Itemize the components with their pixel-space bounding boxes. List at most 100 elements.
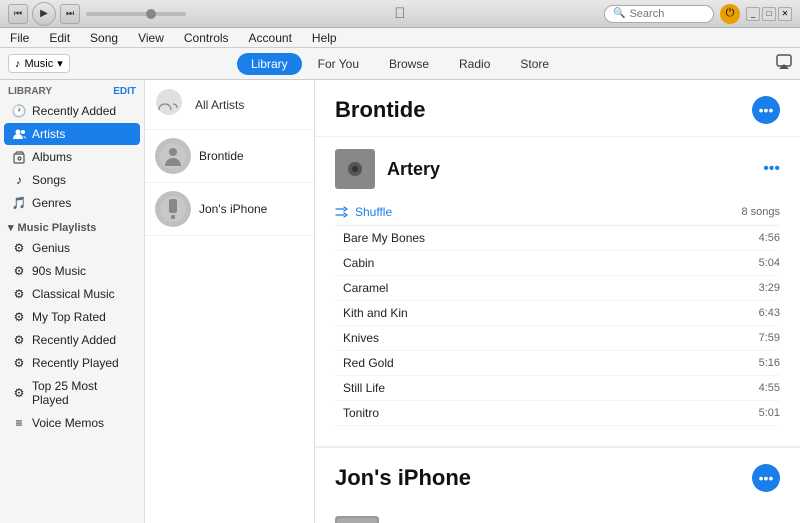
tab-browse[interactable]: Browse bbox=[375, 53, 443, 75]
skip-forward-button[interactable]: ⏭ bbox=[60, 4, 80, 24]
jons-iphone-title: Jon's iPhone bbox=[335, 465, 471, 491]
airplay-button[interactable] bbox=[776, 54, 792, 73]
song-row-7[interactable]: Tonitro 5:01 bbox=[335, 401, 780, 426]
sidebar-item-voice-memos[interactable]: ≡ Voice Memos bbox=[4, 412, 140, 434]
music-note-icon: ♪ bbox=[15, 58, 21, 70]
close-button[interactable]: ✕ bbox=[778, 7, 792, 21]
song-row-6[interactable]: Still Life 4:55 bbox=[335, 376, 780, 401]
artery-more-button[interactable]: ••• bbox=[763, 160, 780, 178]
sidebar-recently-added-label: Recently Added bbox=[32, 104, 116, 118]
sidebar-library-label: Library bbox=[8, 86, 52, 97]
menu-help[interactable]: Help bbox=[308, 31, 341, 45]
artery-album-art bbox=[335, 149, 375, 189]
menu-bar: File Edit Song View Controls Account Hel… bbox=[0, 28, 800, 48]
jons-iphone-more-button[interactable]: ••• bbox=[752, 464, 780, 492]
song-row-2[interactable]: Caramel 3:29 bbox=[335, 276, 780, 301]
song-count: 8 songs bbox=[741, 206, 780, 218]
voice-memos-header: Voice Memos Voice Memo • 2016 ••• bbox=[335, 516, 780, 523]
all-artists-item[interactable]: All Artists bbox=[145, 80, 314, 130]
sidebar-songs-label: Songs bbox=[32, 173, 66, 187]
sidebar-item-genius[interactable]: ⚙ Genius bbox=[4, 237, 140, 259]
brontide-more-button[interactable]: ••• bbox=[752, 96, 780, 124]
sidebar-artists-label: Artists bbox=[32, 127, 65, 141]
sidebar-top-rated-label: My Top Rated bbox=[32, 310, 106, 324]
voice-memos-icon: ≡ bbox=[12, 416, 26, 430]
main-layout: Library Edit 🕐 Recently Added Artists Al… bbox=[0, 80, 800, 523]
progress-thumb[interactable] bbox=[146, 9, 156, 19]
song-name-6: Still Life bbox=[335, 381, 745, 395]
sidebar-90s-label: 90s Music bbox=[32, 264, 86, 278]
classical-icon: ⚙ bbox=[12, 287, 26, 301]
song-duration-6: 4:55 bbox=[745, 382, 780, 394]
sidebar-item-top-rated[interactable]: ⚙ My Top Rated bbox=[4, 306, 140, 328]
artery-album-title: Artery bbox=[387, 159, 440, 180]
menu-song[interactable]: Song bbox=[86, 31, 122, 45]
nav-bar: ♪ Music ▾ Library For You Browse Radio S… bbox=[0, 48, 800, 80]
tab-radio[interactable]: Radio bbox=[445, 53, 504, 75]
artist-item-jons-iphone[interactable]: Jon's iPhone bbox=[145, 183, 314, 236]
albums-icon bbox=[12, 150, 26, 164]
brontide-name: Brontide bbox=[199, 149, 244, 163]
sidebar-item-top25[interactable]: ⚙ Top 25 Most Played bbox=[4, 375, 140, 411]
sidebar-item-songs[interactable]: ♪ Songs bbox=[4, 169, 140, 191]
sidebar: Library Edit 🕐 Recently Added Artists Al… bbox=[0, 80, 145, 523]
song-name-1: Cabin bbox=[335, 256, 745, 270]
sidebar-item-classical[interactable]: ⚙ Classical Music bbox=[4, 283, 140, 305]
brontide-header: Brontide ••• bbox=[315, 80, 800, 137]
progress-area bbox=[86, 12, 598, 16]
song-name-5: Red Gold bbox=[335, 356, 745, 370]
artist-item-brontide[interactable]: Brontide bbox=[145, 130, 314, 183]
search-box[interactable]: 🔍 bbox=[604, 5, 714, 23]
window-buttons: _ □ ✕ bbox=[746, 7, 792, 21]
jons-iphone-avatar bbox=[155, 191, 191, 227]
title-bar-right: 🔍 ⏻ _ □ ✕ bbox=[604, 4, 792, 24]
title-bar-controls: ⏮ ▶ ⏭ bbox=[8, 2, 80, 26]
skip-back-button[interactable]: ⏮ bbox=[8, 4, 28, 24]
song-row-0[interactable]: Bare My Bones 4:56 bbox=[335, 226, 780, 251]
tab-library[interactable]: Library bbox=[237, 53, 302, 75]
song-name-7: Tonitro bbox=[335, 406, 745, 420]
song-row-3[interactable]: Kith and Kin 6:43 bbox=[335, 301, 780, 326]
song-name-0: Bare My Bones bbox=[335, 231, 745, 245]
sidebar-item-recently-added-pl[interactable]: ⚙ Recently Added bbox=[4, 329, 140, 351]
sidebar-item-artists[interactable]: Artists bbox=[4, 123, 140, 145]
song-name-2: Caramel bbox=[335, 281, 745, 295]
source-selector[interactable]: ♪ Music ▾ bbox=[8, 54, 70, 73]
menu-controls[interactable]: Controls bbox=[180, 31, 233, 45]
song-duration-7: 5:01 bbox=[745, 407, 780, 419]
brontide-shuffle-row[interactable]: Shuffle 8 songs bbox=[335, 199, 780, 226]
sidebar-genres-label: Genres bbox=[32, 196, 71, 210]
sidebar-item-90s[interactable]: ⚙ 90s Music bbox=[4, 260, 140, 282]
nav-tabs: Library For You Browse Radio Store bbox=[237, 53, 563, 75]
maximize-button[interactable]: □ bbox=[762, 7, 776, 21]
all-artists-icon bbox=[155, 88, 183, 121]
artery-album-header: Artery ••• bbox=[335, 149, 780, 189]
sidebar-item-genres[interactable]: 🎵 Genres bbox=[4, 192, 140, 214]
search-input[interactable] bbox=[629, 8, 709, 20]
play-button[interactable]: ▶ bbox=[32, 2, 56, 26]
tab-store[interactable]: Store bbox=[506, 53, 563, 75]
sidebar-library-header: Library Edit bbox=[0, 80, 144, 99]
sidebar-item-recently-played[interactable]: ⚙ Recently Played bbox=[4, 352, 140, 374]
menu-view[interactable]: View bbox=[134, 31, 168, 45]
menu-edit[interactable]: Edit bbox=[45, 31, 74, 45]
song-row-4[interactable]: Knives 7:59 bbox=[335, 326, 780, 351]
menu-account[interactable]: Account bbox=[245, 31, 296, 45]
sidebar-recently-played-label: Recently Played bbox=[32, 356, 119, 370]
sidebar-item-recently-added[interactable]: 🕐 Recently Added bbox=[4, 100, 140, 122]
sidebar-genius-label: Genius bbox=[32, 241, 70, 255]
song-row-5[interactable]: Red Gold 5:16 bbox=[335, 351, 780, 376]
sidebar-item-albums[interactable]: Albums bbox=[4, 146, 140, 168]
progress-track[interactable] bbox=[86, 12, 186, 16]
voice-memos-section: Voice Memos Voice Memo • 2016 ••• Shuffl… bbox=[315, 504, 800, 523]
jons-iphone-header: Jon's iPhone ••• bbox=[315, 446, 800, 504]
tab-for-you[interactable]: For You bbox=[304, 53, 373, 75]
song-duration-0: 4:56 bbox=[745, 232, 780, 244]
song-row-1[interactable]: Cabin 5:04 bbox=[335, 251, 780, 276]
playlists-section-header[interactable]: ▾ Music Playlists bbox=[0, 215, 144, 236]
power-button[interactable]: ⏻ bbox=[720, 4, 740, 24]
menu-file[interactable]: File bbox=[6, 31, 33, 45]
minimize-button[interactable]: _ bbox=[746, 7, 760, 21]
sidebar-edit-button[interactable]: Edit bbox=[113, 86, 136, 97]
top-rated-icon: ⚙ bbox=[12, 310, 26, 324]
